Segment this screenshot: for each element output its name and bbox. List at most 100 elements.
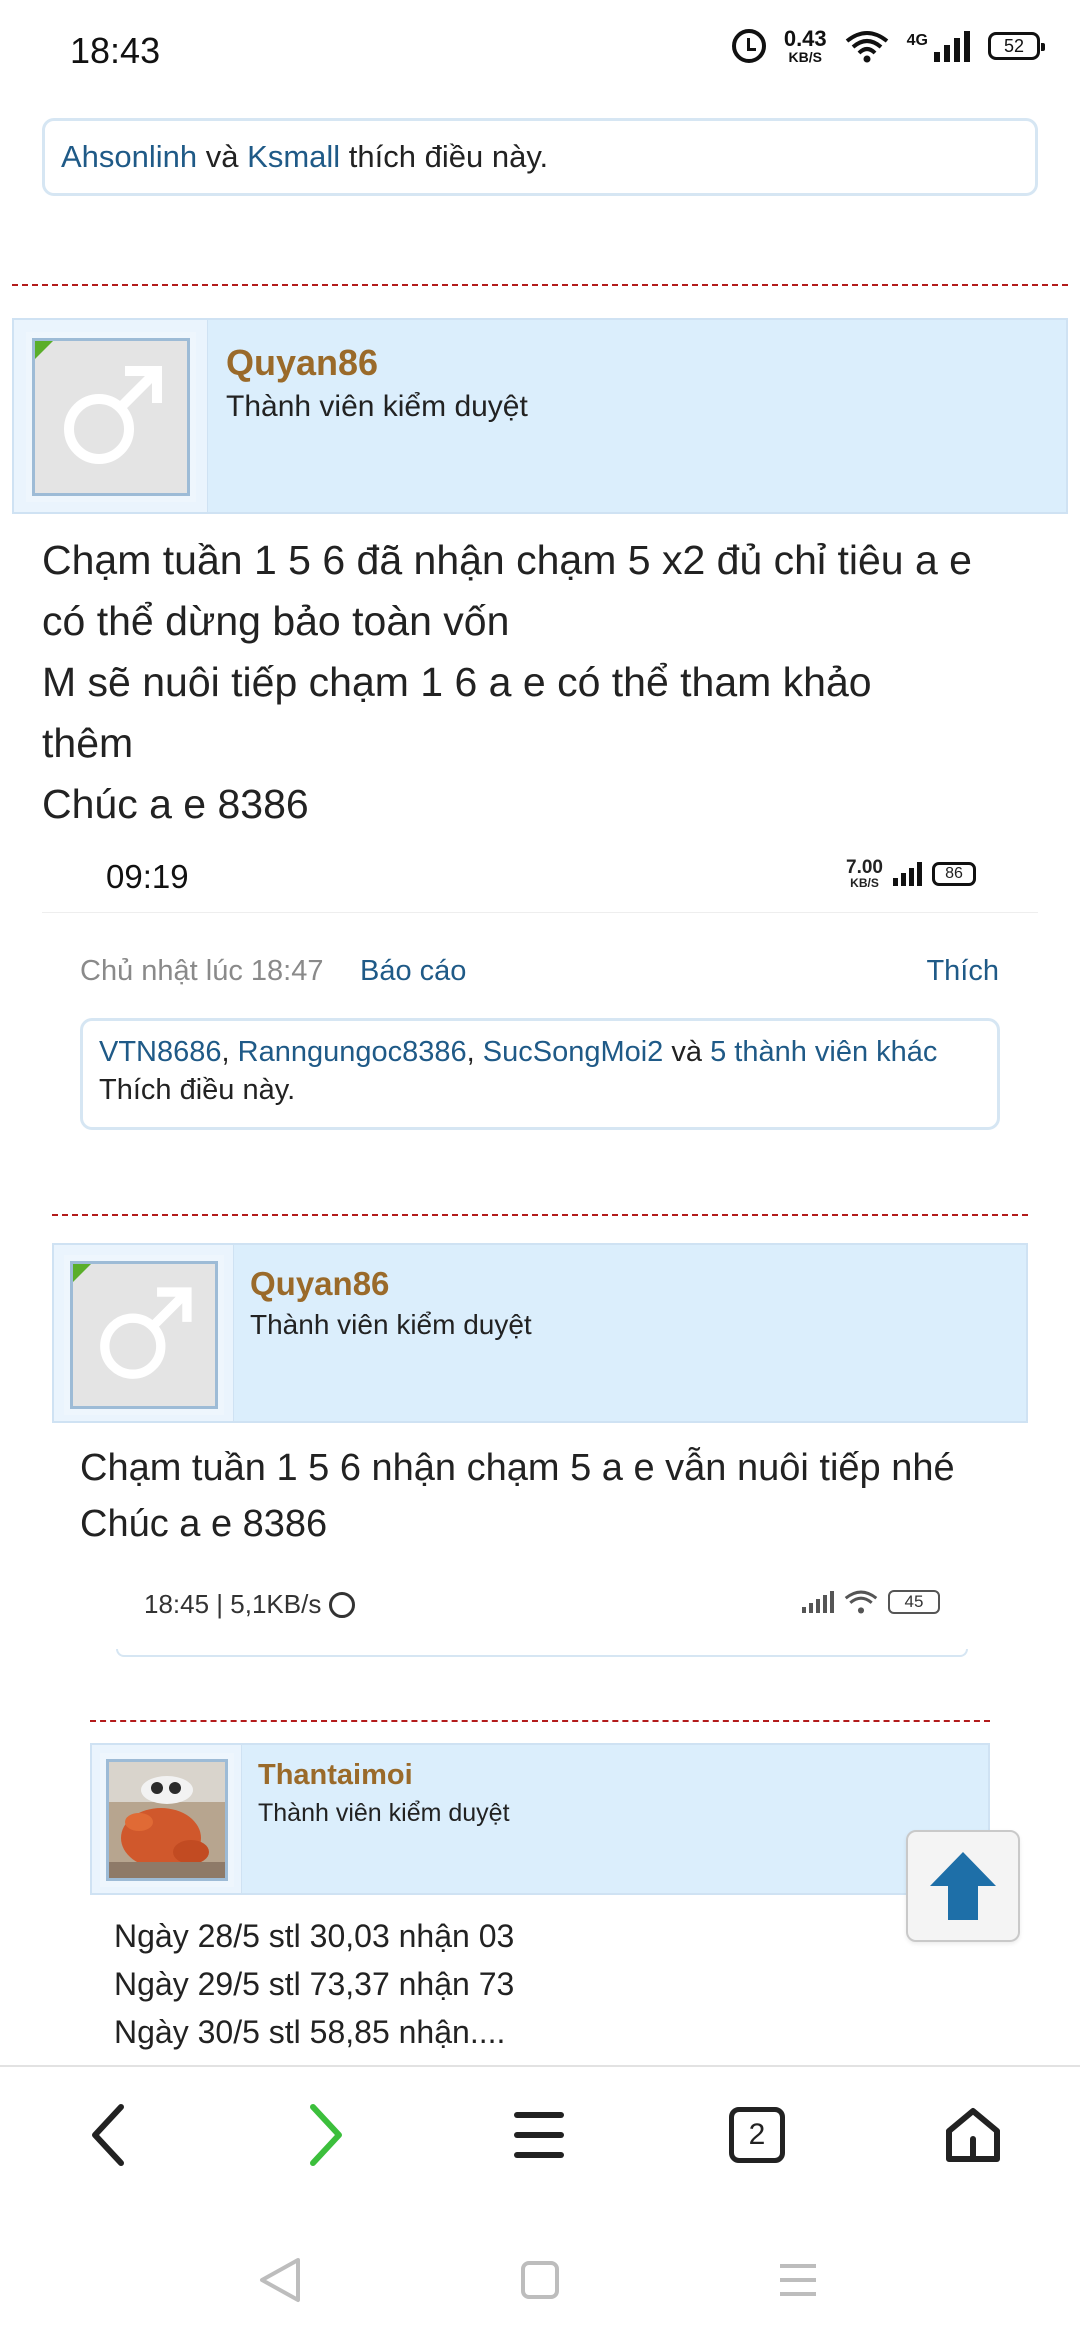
system-recents-button[interactable]: [768, 2250, 828, 2310]
report-link[interactable]: Báo cáo: [360, 955, 466, 988]
liker-link[interactable]: VTN8686: [99, 1036, 222, 1068]
avatar-photo: [109, 1762, 225, 1878]
likes-suffix: Thích điều này.: [99, 1074, 296, 1106]
post-line: Ngày 28/5 stl 30,03 nhận 03: [114, 1918, 515, 1954]
likes-and: và: [671, 1036, 703, 1068]
home-icon: [946, 2108, 1000, 2162]
chevron-right-icon: [310, 2104, 342, 2166]
tabs-button[interactable]: 2: [712, 2095, 802, 2175]
signal-icon: [893, 861, 922, 886]
post-header: Quyan86 Thành viên kiểm duyệt: [52, 1243, 1028, 1423]
forward-button[interactable]: [280, 2095, 370, 2175]
system-back-button[interactable]: [250, 2250, 310, 2310]
liker-link[interactable]: SucSongMoi2: [483, 1036, 664, 1068]
browser-toolbar: 2: [0, 2065, 1080, 2210]
signal-icon: [934, 30, 970, 62]
avatar[interactable]: [100, 1753, 234, 1887]
likes-and: và: [205, 139, 239, 174]
liker-link[interactable]: Ksmall: [247, 139, 340, 175]
battery-icon: 52: [988, 32, 1045, 60]
avatar[interactable]: [64, 1255, 224, 1415]
battery-icon: 45: [888, 1590, 940, 1614]
screenshot-time: 09:19: [106, 858, 189, 895]
post-header: Thantaimoi Thành viên kiểm duyệt: [90, 1743, 990, 1895]
network-speed-value: 0.43: [783, 26, 827, 51]
post-divider: [52, 1214, 1028, 1216]
alarm-icon: [731, 29, 766, 63]
wifi-icon: [845, 29, 889, 63]
post-line: Chúc a e 8386: [42, 781, 309, 827]
screenshot-status-icons: 45: [802, 1589, 940, 1615]
system-home-button[interactable]: [510, 2250, 570, 2310]
post-line: thêm: [42, 720, 134, 766]
square-home-icon: [521, 2261, 559, 2299]
liker-link[interactable]: Ahsonlinh: [61, 139, 197, 175]
post-line: Chúc a e 8386: [80, 1503, 328, 1545]
screenshot-battery: 45: [904, 1592, 924, 1611]
liker-link[interactable]: Ranngungoc8386: [238, 1036, 467, 1068]
screenshot-battery: 86: [945, 864, 963, 882]
forum-thread[interactable]: Ahsonlinh và Ksmall thích điều này. Quya…: [0, 100, 1080, 2065]
post-line: M sẽ nuôi tiếp chạm 1 6 a e có thể tham …: [42, 659, 872, 705]
avatar[interactable]: [26, 332, 196, 502]
chevron-left-icon: [92, 2104, 124, 2166]
likes-separator: ,: [221, 1036, 230, 1068]
post-divider: [90, 1720, 990, 1722]
screenshot-edge: [116, 1649, 968, 1657]
menu-icon: [514, 2112, 564, 2158]
post-line: Chạm tuần 1 5 6 đã nhận chạm 5 x2 đủ chỉ…: [42, 537, 972, 583]
post-header: Quyan86 Thành viên kiểm duyệt: [12, 318, 1068, 514]
attached-screenshot[interactable]: 09:19 7.00 KB/S 86: [42, 838, 1038, 913]
screenshot-time-speed: 18:45 | 5,1KB/s: [144, 1589, 322, 1619]
post-line: Ngày 29/5 stl 73,37 nhận 73: [114, 1966, 515, 2002]
triangle-back-icon: [260, 2258, 300, 2302]
username[interactable]: Quyan86: [250, 1265, 389, 1303]
network-type: 4G: [906, 32, 928, 49]
likes-others-link[interactable]: 5 thành viên khác: [710, 1036, 937, 1068]
screenshot-status-icons: 7.00 KB/S 86: [846, 858, 976, 889]
user-role: Thành viên kiểm duyệt: [250, 1309, 532, 1340]
recents-icon: [780, 2264, 816, 2296]
post-line: Chạm tuần 1 5 6 nhận chạm 5 a e vẫn nuôi…: [80, 1447, 955, 1489]
likes-suffix: thích điều này.: [348, 139, 549, 174]
network-speed: 0.43 KB/S: [783, 26, 827, 65]
post-timestamp[interactable]: Chủ nhật lúc 18:47: [80, 955, 323, 988]
attached-screenshot[interactable]: 18:45 | 5,1KB/s 45: [80, 1553, 1000, 1657]
arrow-up-icon: [930, 1852, 996, 1920]
status-bar: 18:43 0.43 KB/S 4G 52: [0, 0, 1080, 100]
scroll-to-top-button[interactable]: [906, 1830, 1020, 1942]
signal-icon: [802, 1591, 834, 1613]
status-time: 18:43: [70, 30, 161, 71]
battery-icon: 86: [932, 861, 976, 886]
like-button[interactable]: Thích: [926, 955, 999, 988]
username[interactable]: Quyan86: [226, 342, 378, 384]
system-navigation-bar: [0, 2210, 1080, 2340]
screenshot-speed-unit: KB/S: [850, 876, 879, 890]
alarm-icon: [329, 1591, 356, 1618]
wifi-icon: [844, 1590, 878, 1614]
post-body: Chạm tuần 1 5 6 nhận chạm 5 a e vẫn nuôi…: [80, 1440, 955, 1552]
network-speed-unit: KB/S: [788, 49, 822, 65]
post-line: có thể dừng bảo toàn vốn: [42, 598, 510, 644]
username[interactable]: Thantaimoi: [258, 1759, 413, 1792]
tab-count: 2: [729, 2107, 785, 2163]
home-button[interactable]: [928, 2095, 1018, 2175]
user-role: Thành viên kiểm duyệt: [258, 1799, 510, 1827]
back-button[interactable]: [64, 2095, 154, 2175]
status-icons: 0.43 KB/S 4G 52: [731, 26, 1045, 65]
likes-summary: VTN8686, Ranngungoc8386, SucSongMoi2 và …: [80, 1018, 1000, 1130]
likes-summary: Ahsonlinh và Ksmall thích điều này.: [42, 118, 1038, 196]
menu-button[interactable]: [494, 2095, 584, 2175]
online-indicator: [73, 1264, 97, 1288]
battery-level: 52: [1003, 35, 1025, 56]
male-icon: [64, 366, 162, 464]
screenshot-speed-value: 7.00: [846, 857, 883, 878]
post-body: Ngày 28/5 stl 30,03 nhận 03 Ngày 29/5 st…: [114, 1912, 514, 2056]
likes-separator: ,: [466, 1036, 475, 1068]
post-divider: [12, 284, 1068, 286]
online-indicator: [35, 341, 59, 365]
user-role: Thành viên kiểm duyệt: [226, 390, 528, 423]
post-line: Ngày 30/5 stl 58,85 nhận....: [114, 2014, 506, 2050]
post-body: Chạm tuần 1 5 6 đã nhận chạm 5 x2 đủ chỉ…: [42, 530, 972, 835]
male-icon: [100, 1287, 192, 1379]
